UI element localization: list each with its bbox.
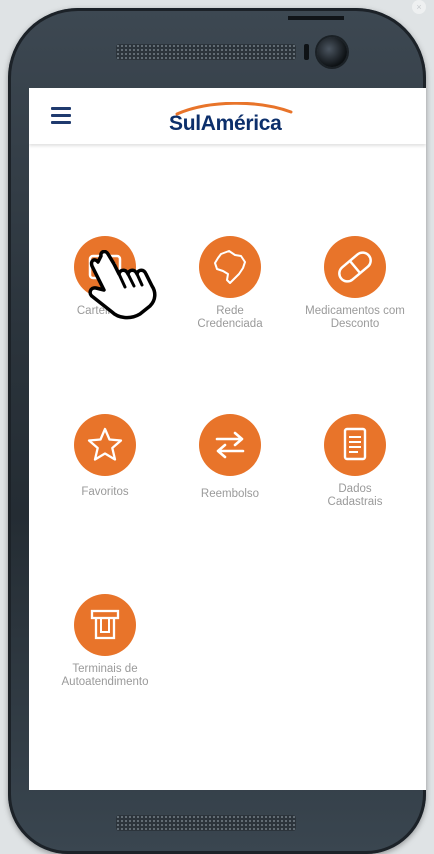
tile-label: Reembolso xyxy=(200,488,260,500)
close-icon[interactable]: × xyxy=(412,0,426,14)
proximity-sensor xyxy=(304,44,309,60)
pill-icon xyxy=(324,236,386,298)
tile-label: Medicamentos com Desconto xyxy=(305,305,405,330)
brand-name: SulAmérica xyxy=(169,112,282,135)
exchange-arrows-icon xyxy=(199,414,261,476)
tile-label: Favoritos xyxy=(81,486,129,498)
tile-terminais[interactable]: Terminais de Autoatendimento xyxy=(45,594,165,689)
brazil-map-icon xyxy=(199,236,261,298)
phone-top-edge xyxy=(288,16,344,20)
front-camera xyxy=(317,37,347,67)
brand-logo: SulAmérica xyxy=(169,102,293,135)
top-speaker-grille xyxy=(116,44,296,60)
app-header: SulAmérica xyxy=(29,88,426,144)
tile-dados-cadastrais[interactable]: Dados Cadastrais xyxy=(295,414,415,509)
phone-frame: SulAmérica Carteirinha Rede Credenciada xyxy=(8,8,426,854)
tile-rede-credenciada[interactable]: Rede Credenciada xyxy=(170,236,290,331)
tile-label: Rede Credenciada xyxy=(197,305,263,330)
tile-reembolso[interactable]: Reembolso xyxy=(170,414,290,501)
atm-terminal-icon xyxy=(74,594,136,656)
app-screen: SulAmérica Carteirinha Rede Credenciada xyxy=(29,88,426,790)
tile-medicamentos[interactable]: Medicamentos com Desconto xyxy=(295,236,415,331)
hand-pointer-icon xyxy=(84,249,164,331)
tile-favoritos[interactable]: Favoritos xyxy=(45,414,165,499)
bottom-speaker-grille xyxy=(116,815,296,831)
document-icon xyxy=(324,414,386,476)
hamburger-icon[interactable] xyxy=(51,107,71,124)
tile-label: Terminais de Autoatendimento xyxy=(61,663,149,688)
tile-label: Dados Cadastrais xyxy=(327,483,383,508)
star-icon xyxy=(74,414,136,476)
